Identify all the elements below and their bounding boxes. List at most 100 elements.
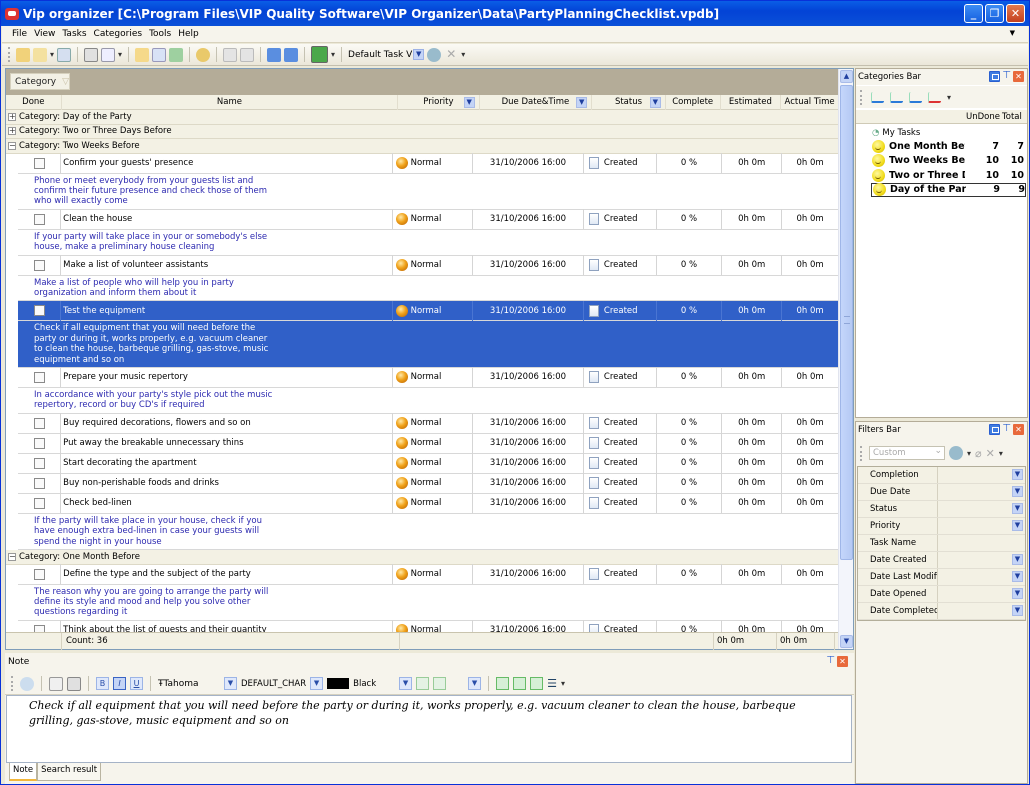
- task-name[interactable]: Start decorating the apartment: [61, 453, 393, 474]
- save-icon[interactable]: [57, 47, 72, 62]
- new-database-icon[interactable]: [33, 47, 47, 62]
- estimated-time[interactable]: 0h 0m: [722, 413, 783, 434]
- col-done[interactable]: Done: [6, 95, 62, 110]
- task-row[interactable]: Confirm your guests' presence Normal 31/10…: [18, 153, 839, 174]
- done-checkbox[interactable]: [33, 457, 45, 469]
- status-cell[interactable]: Created: [584, 493, 657, 514]
- group-chip-category[interactable]: Category ▽: [10, 73, 70, 90]
- view-icon[interactable]: [311, 46, 329, 63]
- priority-cell[interactable]: Normal: [393, 473, 474, 494]
- add-category-icon[interactable]: [871, 91, 884, 103]
- complete-value[interactable]: 0 %: [657, 620, 723, 632]
- filter-row[interactable]: Date Created ▼: [858, 552, 1025, 569]
- task-row[interactable]: Prepare your music repertory Normal 31/10/…: [18, 367, 839, 388]
- print-preview-icon[interactable]: [101, 47, 116, 62]
- category-row[interactable]: − Category: One Month Before: [6, 550, 839, 565]
- due-date[interactable]: 31/10/2006 16:00: [473, 493, 584, 514]
- note-editor[interactable]: Check if all equipment that you will nee…: [6, 695, 852, 763]
- priority-cell[interactable]: Normal: [393, 255, 474, 276]
- task-row[interactable]: Think about the list of guests and their…: [18, 620, 839, 632]
- font-combo[interactable]: ŦTahoma: [158, 679, 220, 689]
- status-cell[interactable]: Created: [584, 413, 657, 434]
- actual-time[interactable]: 0h 0m: [782, 413, 839, 434]
- col-undone[interactable]: UnDone: [966, 112, 1000, 122]
- col-priority[interactable]: Priority ▼: [398, 95, 480, 110]
- due-date[interactable]: 31/10/2006 16:00: [473, 367, 584, 388]
- chevron-down-icon[interactable]: ▼: [1012, 588, 1023, 599]
- task-row[interactable]: Put away the breakable unnecessary thins…: [18, 433, 839, 454]
- chevron-down-icon[interactable]: ▼: [576, 97, 588, 108]
- bullets-icon[interactable]: ☰: [547, 677, 557, 690]
- filter-value[interactable]: ▼: [938, 518, 1025, 534]
- menu-help[interactable]: Help: [178, 29, 199, 39]
- filter-dropdown-icon[interactable]: ▾: [967, 449, 971, 458]
- print-icon[interactable]: [84, 47, 99, 62]
- due-date[interactable]: 31/10/2006 16:00: [473, 413, 584, 434]
- col-status[interactable]: Status ▼: [592, 95, 666, 110]
- charset-combo[interactable]: DEFAULT_CHAR: [241, 679, 306, 689]
- menu-file[interactable]: File: [12, 29, 27, 39]
- task-row[interactable]: Test the equipment Normal 31/10/2006 16:00…: [18, 300, 839, 322]
- status-cell[interactable]: Created: [584, 300, 657, 321]
- category-row[interactable]: + Category: Day of the Party: [6, 110, 839, 125]
- delete-view-icon[interactable]: ✕: [444, 48, 458, 62]
- estimated-time[interactable]: 0h 0m: [722, 620, 783, 632]
- tab-search-result[interactable]: Search result: [37, 763, 102, 781]
- pin-icon[interactable]: ⊤: [1002, 424, 1011, 435]
- expand-icon[interactable]: +: [8, 112, 16, 121]
- priority-cell[interactable]: Normal: [393, 433, 474, 454]
- complete-value[interactable]: 0 %: [657, 433, 723, 454]
- restore-button[interactable]: ❐: [985, 4, 1004, 23]
- apply-view-icon[interactable]: [427, 47, 442, 62]
- complete-value[interactable]: 0 %: [657, 153, 723, 173]
- actual-time[interactable]: 0h 0m: [782, 367, 839, 388]
- open-database-icon[interactable]: [16, 47, 30, 62]
- col-name[interactable]: Name: [62, 95, 399, 110]
- align-right-icon[interactable]: [530, 677, 544, 690]
- priority-cell[interactable]: Normal: [393, 153, 474, 173]
- due-date[interactable]: 31/10/2006 16:00: [473, 300, 584, 321]
- menu-tasks[interactable]: Tasks: [62, 29, 86, 39]
- complete-value[interactable]: 0 %: [657, 413, 723, 434]
- toolbar-overflow-icon[interactable]: ▾: [561, 679, 565, 688]
- actual-time[interactable]: 0h 0m: [782, 564, 839, 584]
- chevron-down-icon[interactable]: ▼: [399, 677, 413, 690]
- new-dropdown-icon[interactable]: ▾: [50, 50, 54, 59]
- add-subcategory-icon[interactable]: [890, 91, 903, 103]
- status-cell[interactable]: Created: [584, 620, 657, 632]
- tree-root[interactable]: ◔ My Tasks: [856, 126, 1027, 139]
- estimated-time[interactable]: 0h 0m: [722, 473, 783, 494]
- category-tree-item[interactable]: Two or Three D. 10 10: [856, 168, 1027, 183]
- page-icon[interactable]: [49, 676, 63, 691]
- filter-row[interactable]: Status ▼: [858, 501, 1025, 518]
- filter-value[interactable]: [938, 535, 1025, 551]
- status-cell[interactable]: Created: [584, 209, 657, 230]
- complete-value[interactable]: 0 %: [657, 493, 723, 514]
- italic-button[interactable]: I: [113, 677, 126, 690]
- priority-cell[interactable]: Normal: [393, 620, 474, 632]
- collapse-icon[interactable]: −: [8, 141, 16, 150]
- status-cell[interactable]: Created: [584, 153, 657, 173]
- chevron-down-icon[interactable]: ▼: [224, 677, 237, 690]
- actual-time[interactable]: 0h 0m: [782, 493, 839, 514]
- chevron-down-icon[interactable]: ▼: [413, 49, 425, 60]
- priority-cell[interactable]: Normal: [393, 564, 474, 584]
- actual-time[interactable]: 0h 0m: [782, 473, 839, 494]
- grid-vertical-scrollbar[interactable]: ▲ ▼: [838, 69, 853, 649]
- status-cell[interactable]: Created: [584, 473, 657, 494]
- estimated-time[interactable]: 0h 0m: [722, 209, 783, 230]
- task-row[interactable]: Buy required decorations, flowers and so…: [18, 413, 839, 434]
- actual-time[interactable]: 0h 0m: [782, 153, 839, 173]
- expand-icon[interactable]: +: [8, 127, 16, 136]
- col-estimated[interactable]: Estimated Time: [721, 95, 782, 122]
- done-checkbox[interactable]: [33, 624, 45, 632]
- actual-time[interactable]: 0h 0m: [782, 255, 839, 276]
- edit-task-icon[interactable]: [152, 47, 167, 62]
- done-checkbox[interactable]: [33, 477, 45, 489]
- due-date[interactable]: 31/10/2006 16:00: [473, 453, 584, 474]
- chevron-down-icon[interactable]: ▼: [1012, 469, 1023, 480]
- task-name[interactable]: Buy non-perishable foods and drinks: [61, 473, 393, 494]
- toolbar-overflow-icon[interactable]: ▾: [999, 449, 1003, 458]
- chevron-down-icon[interactable]: ▼: [463, 97, 475, 108]
- done-checkbox[interactable]: [33, 259, 45, 271]
